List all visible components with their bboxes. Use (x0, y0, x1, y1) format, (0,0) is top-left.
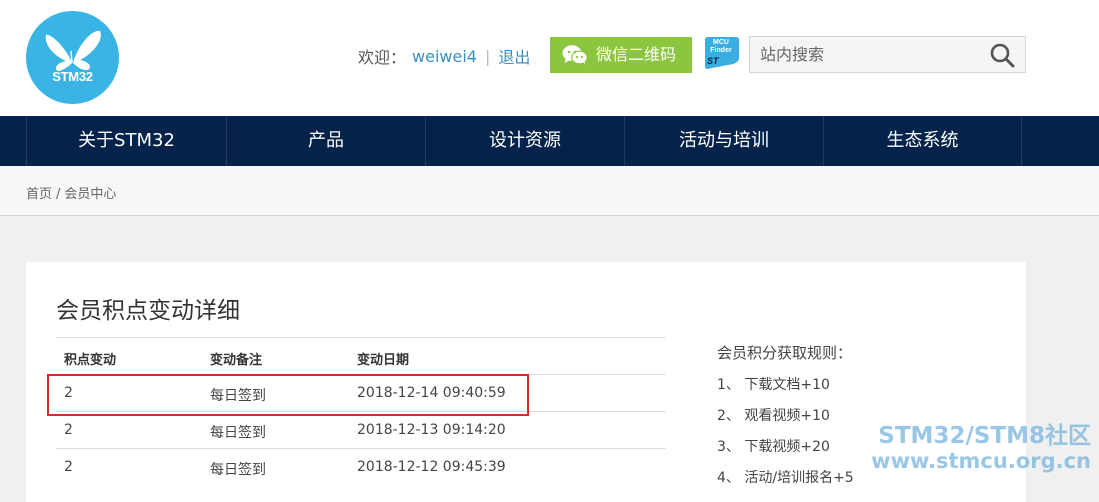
rule-item: 3、 下载视频+20 (717, 439, 830, 455)
mcu-finder-icon[interactable]: ST MCU Finder (703, 36, 741, 72)
cell-note: 每日签到 (210, 462, 266, 478)
username-link[interactable]: weiwei4 (412, 47, 477, 66)
column-header-note: 变动备注 (210, 353, 263, 368)
nav-item-ecosystem[interactable]: 生态系统 (823, 116, 1021, 166)
site-header: STM32 欢迎： weiwei4 | 退出 微信二维码 ST MCU Finder (0, 0, 1099, 116)
welcome-label: 欢迎： (358, 48, 407, 67)
table-row: 2 每日签到 2018-12-13 09:14:20 (56, 411, 666, 448)
main-nav: 关于STM32 产品 设计资源 活动与培训 生态系统 (0, 116, 1099, 166)
breadcrumb-separator: / (56, 187, 61, 202)
logout-link[interactable]: 退出 (498, 44, 530, 68)
wechat-button-label: 微信二维码 (596, 45, 677, 64)
highlight-box (47, 374, 529, 416)
separator: | (484, 46, 491, 66)
column-header-date: 变动日期 (357, 353, 410, 368)
breadcrumb-home[interactable]: 首页 (26, 187, 52, 202)
mcu-finder-line2: Finder (710, 47, 732, 54)
cell-note: 每日签到 (210, 425, 266, 441)
nav-divider (1021, 116, 1022, 166)
watermark-line1: STM32/STM8社区 (878, 423, 1091, 449)
rule-item: 4、 活动/培训报名+5 (717, 470, 854, 486)
nav-item-events-training[interactable]: 活动与培训 (624, 116, 823, 166)
cell-change: 2 (64, 422, 73, 438)
butterfly-icon (45, 30, 101, 71)
wechat-icon (562, 45, 588, 65)
user-area: 欢迎： weiwei4 | 退出 (358, 44, 530, 68)
logo-label: STM32 (52, 69, 93, 84)
watermark: STM32/STM8社区 www.stmcu.org.cn (866, 424, 1091, 474)
nav-item-about-stm32[interactable]: 关于STM32 (26, 116, 226, 166)
watermark-line2: www.stmcu.org.cn (871, 449, 1091, 473)
table-header-row: 积点变动 变动备注 变动日期 (56, 337, 666, 374)
rule-item: 1、 下载文档+10 (717, 377, 830, 393)
rule-item: 2、 观看视频+10 (717, 408, 830, 424)
breadcrumb-current: 会员中心 (64, 187, 117, 202)
nav-item-design-resources[interactable]: 设计资源 (425, 116, 624, 166)
mcu-finder-line1: MCU (713, 39, 729, 46)
page-title: 会员积点变动详细 (56, 298, 240, 324)
search-box (749, 36, 1026, 73)
cell-date: 2018-12-13 09:14:20 (357, 422, 506, 438)
search-input[interactable] (750, 37, 975, 72)
table-row: 2 每日签到 2018-12-12 09:45:39 (56, 448, 666, 485)
column-header-change: 积点变动 (64, 353, 117, 368)
rules-title: 会员积分获取规则： (717, 344, 853, 362)
svg-text:ST: ST (707, 56, 720, 66)
cell-date: 2018-12-12 09:45:39 (357, 459, 506, 475)
breadcrumb-bar: 首页 / 会员中心 (0, 166, 1099, 216)
stm32-logo[interactable]: STM32 (26, 11, 119, 104)
cell-change: 2 (64, 459, 73, 475)
nav-item-products[interactable]: 产品 (226, 116, 425, 166)
wechat-qrcode-button[interactable]: 微信二维码 (550, 37, 692, 73)
breadcrumb: 首页 / 会员中心 (26, 183, 116, 202)
search-icon[interactable] (989, 42, 1015, 68)
